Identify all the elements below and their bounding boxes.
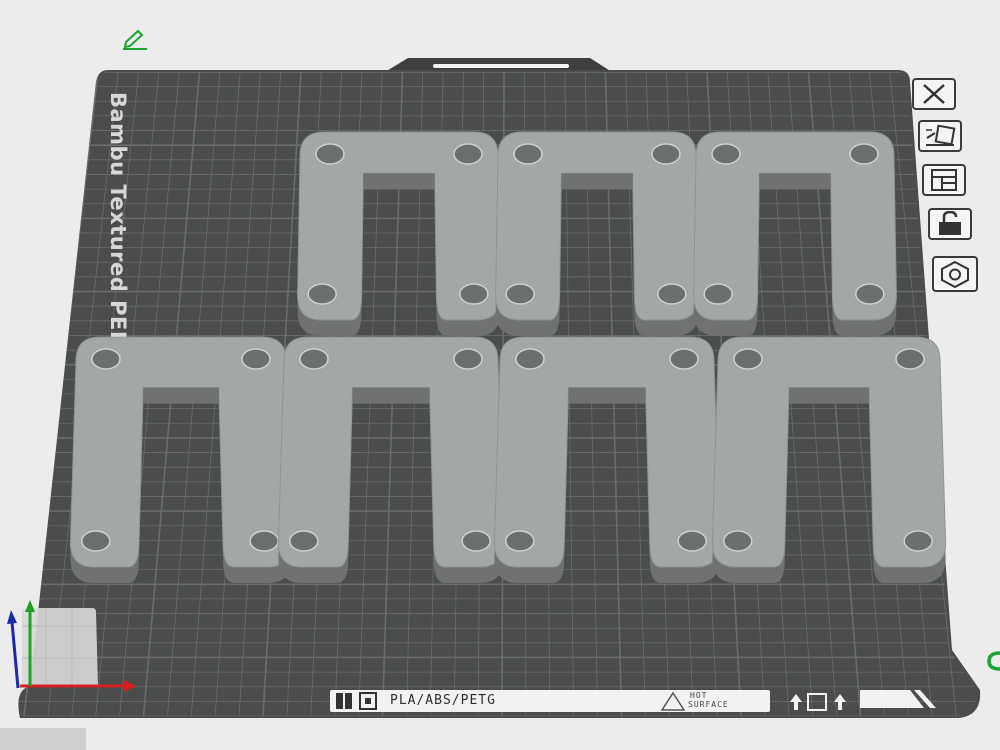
bottom-left-panel — [0, 728, 86, 750]
close-x-icon — [923, 84, 945, 104]
model-part-hole — [723, 530, 753, 552]
model-part-hole — [299, 348, 329, 370]
lock-icon — [939, 211, 961, 235]
model-part-hole — [91, 348, 121, 370]
model-part-hole — [289, 530, 319, 552]
close-view-button[interactable] — [912, 78, 956, 110]
model-part-hole — [677, 530, 707, 552]
model-part-slot-wall — [561, 173, 633, 190]
warning-triangle-icon — [660, 691, 686, 711]
model-part-hole — [453, 348, 483, 370]
model-part-hole — [241, 348, 271, 370]
model-part-hole — [733, 348, 763, 370]
filament-types-label: PLA/ABS/PETG — [390, 693, 496, 708]
auto-orient-icon — [926, 124, 956, 146]
model-part-hole — [651, 143, 681, 165]
model-part-hole — [315, 143, 345, 165]
plate-tab-slot — [433, 64, 569, 68]
model-part-slot-wall — [789, 387, 869, 404]
model-part-slot-wall — [759, 173, 831, 190]
model-part-hole — [515, 348, 545, 370]
model-part-hole — [895, 348, 925, 370]
model-part-hole — [669, 348, 699, 370]
arrange-button[interactable] — [922, 164, 966, 196]
surface-text: SURFACE — [688, 700, 729, 709]
model-part-hole — [505, 530, 535, 552]
auto-orient-button[interactable] — [918, 120, 962, 152]
lock-plate-button[interactable] — [928, 208, 972, 240]
hot-text: HOT — [690, 691, 708, 700]
model-part-hole — [461, 530, 491, 552]
build-plate-viewport[interactable] — [0, 0, 1000, 750]
plate-orientation-icon — [790, 693, 846, 711]
model-part-hole — [505, 283, 535, 305]
plate-logo-icon — [336, 692, 377, 710]
model-part-hole — [855, 283, 885, 305]
model-part-hole — [849, 143, 879, 165]
plate-corner-marker — [860, 690, 936, 708]
green-indicator-icon — [987, 651, 1000, 671]
arrange-icon — [931, 169, 957, 191]
model-part-hole — [903, 530, 933, 552]
model-part-slot-wall — [352, 387, 430, 404]
model-part-hole — [459, 283, 489, 305]
model-part-slot-wall — [568, 387, 646, 404]
axis-gizmo — [7, 600, 136, 692]
hot-surface-warning: HOT SURFACE — [688, 691, 729, 709]
plate-name: Bambu Textured PEI Pla — [106, 92, 130, 342]
model-part-hole — [657, 283, 687, 305]
model-part-hole — [81, 530, 111, 552]
edit-pencil-icon[interactable] — [120, 28, 150, 50]
model-part-hole — [249, 530, 279, 552]
model-part-hole — [513, 143, 543, 165]
hexagon-nut-icon — [941, 260, 969, 288]
model-part-hole — [453, 143, 483, 165]
model-part-slot-wall — [143, 387, 219, 404]
model-part-slot-wall — [363, 173, 435, 190]
model-part-hole — [711, 143, 741, 165]
model-part-hole — [703, 283, 733, 305]
plate-settings-button[interactable] — [932, 256, 978, 292]
model-part-hole — [307, 283, 337, 305]
